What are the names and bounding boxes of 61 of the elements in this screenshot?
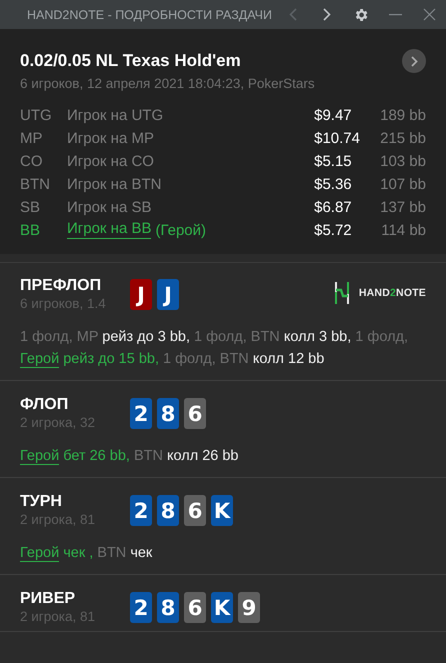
- player-name: Игрок на CO: [67, 152, 155, 172]
- playing-card: 6: [184, 592, 206, 623]
- playing-card: 8: [157, 398, 179, 429]
- hand-subtitle: 6 игроков, 12 апреля 2021 18:04:23, PokerStars: [20, 76, 316, 91]
- playing-card: 2: [130, 495, 152, 526]
- street-name: РИВЕР: [20, 589, 76, 609]
- stack-amount: $9.47: [314, 106, 353, 126]
- stack-amount: $10.74: [314, 129, 361, 149]
- chevron-right-icon: [410, 56, 418, 66]
- stack-bb: 189 bb: [380, 106, 426, 126]
- stack-bb: 107 bb: [380, 175, 426, 195]
- player-name-link[interactable]: Игрок на BB: [67, 220, 152, 239]
- playing-card: K: [211, 592, 233, 623]
- stack-bb: 114 bb: [380, 221, 426, 241]
- player-name: Игрок на MP: [67, 129, 155, 149]
- playing-card: 6: [184, 398, 206, 429]
- playing-card: 9: [238, 592, 260, 623]
- playing-card: 8: [157, 495, 179, 526]
- street-name: ТУРН: [20, 492, 63, 512]
- position-label: CO: [20, 152, 44, 172]
- forward-icon: [323, 8, 331, 21]
- hero-tag: (Герой): [155, 220, 206, 242]
- playing-card: 6: [184, 495, 206, 526]
- street-name: ФЛОП: [20, 395, 70, 415]
- action-line: Герой бет 26 bb, BTN колл 26 bb: [20, 447, 240, 467]
- stack-bb: 215 bb: [380, 129, 426, 149]
- street-name: ПРЕФЛОП: [20, 276, 102, 296]
- stack-amount: $5.15: [314, 152, 353, 172]
- playing-card: 2: [130, 398, 152, 429]
- open-button[interactable]: [402, 49, 426, 73]
- hero-link[interactable]: Герой: [20, 545, 60, 562]
- window-title: HAND2NOTE - ПОДРОБНОСТИ РАЗДАЧИ: [27, 8, 273, 22]
- close-icon: [422, 8, 436, 21]
- stack-amount: $6.87: [314, 198, 353, 218]
- stack-amount: $5.36: [314, 175, 353, 195]
- action-line: Герой чек , BTN чек: [20, 544, 154, 564]
- player-name: Игрок на UTG: [67, 106, 164, 126]
- logo-icon: [334, 282, 349, 304]
- action-line: 1 фолд, MP рейз до 3 bb, 1 фолд, BTN колл 3 bb, 1 фолд, Герой рейз до 15 bb, 1 фолд, BTN колл 12 bb: [20, 328, 410, 370]
- playing-card: K: [211, 495, 233, 526]
- hero-link[interactable]: Герой: [20, 351, 60, 368]
- hero-link[interactable]: Герой: [20, 448, 60, 465]
- logo-text: HAND2NOTE: [358, 287, 426, 299]
- position-label: UTG: [20, 106, 53, 126]
- stack-bb: 137 bb: [380, 198, 426, 218]
- position-label: BTN: [20, 175, 51, 195]
- playing-card: J: [157, 279, 179, 310]
- position-label: BB: [20, 221, 42, 241]
- stack-bb: 103 bb: [380, 152, 426, 172]
- position-label: MP: [20, 129, 44, 149]
- hand-title: 0.02/0.05 NL Texas Hold'em: [20, 51, 241, 71]
- back-icon: [289, 8, 297, 21]
- player-name: Игрок на BTN: [67, 175, 162, 195]
- playing-card: 2: [130, 592, 152, 623]
- settings-icon: [353, 6, 369, 22]
- position-label: SB: [20, 198, 42, 218]
- playing-card: 8: [157, 592, 179, 623]
- minimize-icon: [388, 14, 402, 16]
- playing-card: J: [130, 279, 152, 310]
- stack-amount: $5.72: [314, 221, 353, 241]
- player-name: Игрок на SB: [67, 198, 152, 218]
